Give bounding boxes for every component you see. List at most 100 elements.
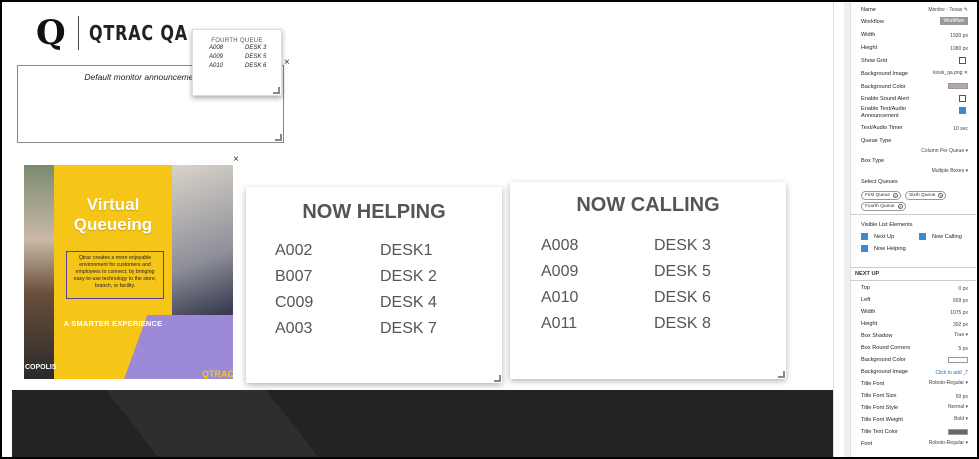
ad-photo-person xyxy=(24,165,54,379)
prop-timer-label: Text/Audio Timer xyxy=(861,125,903,131)
prop-title-font-style-label: Title Font Style xyxy=(861,405,899,411)
prop-width-value[interactable]: 1920 px xyxy=(950,33,968,39)
prop-workflow-label: Workflow xyxy=(861,19,884,25)
sound-alert-checkbox[interactable] xyxy=(959,95,966,102)
ad-headline: Virtual Queueing xyxy=(73,195,153,234)
divider xyxy=(851,214,976,215)
divider xyxy=(851,280,976,281)
prop-height-label: Height xyxy=(861,45,878,51)
prop-width2-value[interactable]: 1075 px xyxy=(950,310,968,316)
close-icon[interactable]: × xyxy=(284,58,290,68)
ticket-cell: B007 xyxy=(275,268,313,285)
queue-chip[interactable]: Fourth Queue × xyxy=(861,202,906,211)
prop-height-value[interactable]: 1080 px xyxy=(950,46,968,52)
round-corners-value[interactable]: 5 px xyxy=(959,346,968,352)
prop-width2-label: Width xyxy=(861,309,876,315)
resize-handle-icon[interactable] xyxy=(275,134,282,141)
desk-cell: DESK1 xyxy=(380,242,433,259)
title-font-dropdown[interactable]: Roboto-Regular ▾ xyxy=(929,380,968,386)
workflow-dropdown[interactable]: Workflow xyxy=(939,17,968,25)
now-helping-checkbox[interactable]: Now Helping xyxy=(861,245,906,252)
desk-cell: DESK 7 xyxy=(380,320,437,337)
desk-cell: DESK 3 xyxy=(654,237,711,254)
list-item: A009 DESK 5 xyxy=(209,54,267,60)
timer-value[interactable]: 10 sec xyxy=(953,126,968,132)
prop-name-label: Name xyxy=(861,7,876,13)
title-text-color-swatch[interactable] xyxy=(948,429,968,435)
announcement-checkbox[interactable] xyxy=(959,107,966,114)
ticket-cell: A010 xyxy=(541,289,579,306)
show-grid-checkbox[interactable] xyxy=(959,57,966,64)
now-helping-title: NOW HELPING xyxy=(302,201,446,223)
ticket-cell: A011 xyxy=(541,315,578,332)
footer-bar[interactable] xyxy=(12,390,833,457)
ad-body: Qtrac creates a more enjoyable environme… xyxy=(66,251,164,299)
prop-font-label: Font xyxy=(861,441,873,447)
ticket-cell: A009 xyxy=(541,263,579,280)
monitor-canvas: Q QTRAC QA Default monitor announcement … xyxy=(2,2,834,457)
bg-image-add-link[interactable]: Click to add ⤴ xyxy=(935,369,968,376)
font-dropdown[interactable]: Roboto-Regular ▾ xyxy=(929,440,968,446)
desk-cell: DESK 2 xyxy=(380,268,437,285)
properties-sidebar: Name Monitor - Texas ✎ Workflow Workflow… xyxy=(850,2,976,457)
bg-image-value[interactable]: kiosk_qa.png ✕ xyxy=(933,70,968,76)
queue-chip[interactable]: First Queue × xyxy=(861,191,902,200)
title-font-weight-dropdown[interactable]: Bold ▾ xyxy=(954,416,968,422)
now-calling-checkbox[interactable]: Now Calling xyxy=(919,233,962,240)
prop-top-value[interactable]: 0 px xyxy=(959,286,968,292)
prop-title-font-weight-label: Title Font Weight xyxy=(861,417,903,423)
next-up-section-title[interactable]: NEXT UP xyxy=(855,271,879,277)
chip-remove-icon[interactable]: × xyxy=(893,193,899,198)
prop-round-corners-label: Box Round Corners xyxy=(861,345,911,351)
select-queues-label: Select Queues xyxy=(861,179,898,185)
brand-logo: Q QTRAC QA xyxy=(36,16,212,50)
bg-color2-swatch[interactable] xyxy=(948,357,968,363)
resize-handle-icon[interactable] xyxy=(778,371,785,378)
box-shadow-dropdown[interactable]: True ▾ xyxy=(954,332,968,338)
prop-bg-image-label: Background Image xyxy=(861,71,908,77)
prop-height2-value[interactable]: 392 px xyxy=(953,322,968,328)
prop-bg-image2-label: Background Image xyxy=(861,369,908,375)
prop-queue-type-label: Queue Type xyxy=(861,138,892,144)
prop-left-value[interactable]: 659 px xyxy=(953,298,968,304)
desk-cell: DESK 4 xyxy=(380,294,437,311)
prop-announcement-label: Enable Text/Audio Announcement xyxy=(861,106,906,119)
prop-bg-color2-label: Background Color xyxy=(861,357,906,363)
queue-chip[interactable]: Sixth Queue × xyxy=(905,191,947,200)
queue-type-dropdown[interactable]: Column Per Queue ▾ xyxy=(921,148,968,154)
title-font-style-dropdown[interactable]: Normal ▾ xyxy=(948,404,968,410)
prop-title-text-color-label: Title Text Color xyxy=(861,429,898,435)
ticket-cell: A002 xyxy=(275,242,313,259)
list-item: A008 DESK 3 xyxy=(209,45,267,51)
bg-color-swatch[interactable] xyxy=(948,83,968,89)
prop-show-grid-label: Show Grid xyxy=(861,58,888,64)
prop-box-shadow-label: Box Shadow xyxy=(861,333,893,339)
divider xyxy=(851,267,976,268)
prop-height2-label: Height xyxy=(861,321,878,327)
prop-width-label: Width xyxy=(861,32,876,38)
close-icon[interactable]: × xyxy=(233,155,239,165)
fourth-queue-widget[interactable]: FOURTH QUEUE A008 DESK 3 A009 DESK 5 A010 D… xyxy=(192,29,282,96)
title-font-size-value[interactable]: 50 px xyxy=(956,394,968,400)
logo-divider xyxy=(77,16,79,50)
now-helping-panel[interactable]: NOW HELPING A002 DESK1 B007 DESK 2 C009 … xyxy=(246,187,502,383)
chip-remove-icon[interactable]: × xyxy=(938,193,944,198)
footer-shade xyxy=(105,390,319,457)
desk-cell: DESK 5 xyxy=(654,263,711,280)
logo-text: QTRAC QA xyxy=(88,21,188,45)
ad-banner[interactable]: Virtual Queueing Qtrac creates a more en… xyxy=(24,165,233,379)
prop-box-type-label: Box Type xyxy=(861,158,885,164)
ad-brand-left: COPOLIS xyxy=(25,364,57,371)
prop-title-font-size-label: Title Font Size xyxy=(861,393,897,399)
next-up-checkbox[interactable]: Next Up xyxy=(861,233,894,240)
prop-title-font-label: Title Font xyxy=(861,381,885,387)
prop-top-label: Top xyxy=(861,285,871,291)
now-calling-panel[interactable]: NOW CALLING A008 DESK 3 A009 DESK 5 A010… xyxy=(510,182,786,379)
prop-name-value[interactable]: Monitor - Texas ✎ xyxy=(928,7,968,13)
visible-elements-title: Visible List Elements xyxy=(861,222,913,228)
ticket-cell: C009 xyxy=(275,294,314,311)
resize-handle-icon[interactable] xyxy=(494,375,501,382)
chip-remove-icon[interactable]: × xyxy=(897,204,903,209)
box-type-dropdown[interactable]: Multiple Boxes ▾ xyxy=(932,168,968,174)
resize-handle-icon[interactable] xyxy=(273,87,280,94)
